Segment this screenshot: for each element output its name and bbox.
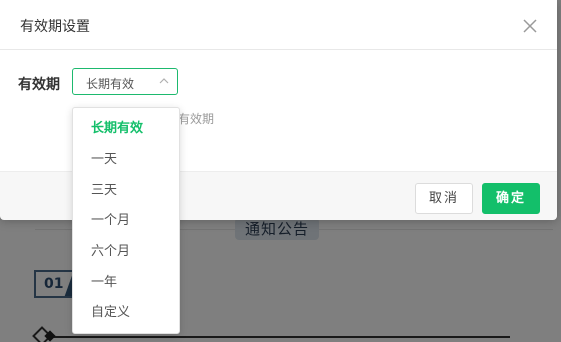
option-one-month[interactable]: 一个月 (73, 205, 179, 236)
validity-select[interactable]: 长期有效 (72, 68, 178, 95)
cancel-button[interactable]: 取消 (415, 183, 473, 214)
validity-label: 有效期 (18, 77, 60, 93)
option-custom[interactable]: 自定义 (73, 297, 179, 328)
select-current-value: 长期有效 (86, 77, 135, 91)
option-six-months[interactable]: 六个月 (73, 236, 179, 267)
option-one-day[interactable]: 一天 (73, 144, 179, 175)
validity-hint: 有效期 (178, 112, 215, 126)
dialog-header: 有效期设置 (0, 0, 557, 50)
chevron-up-icon (159, 78, 169, 84)
validity-dropdown: 长期有效 一天 三天 一个月 六个月 一年 自定义 (72, 107, 180, 334)
confirm-button[interactable]: 确定 (482, 183, 540, 214)
dialog-title: 有效期设置 (20, 19, 90, 35)
close-icon[interactable] (522, 18, 538, 34)
option-three-days[interactable]: 三天 (73, 175, 179, 206)
option-long-term[interactable]: 长期有效 (73, 113, 179, 144)
option-one-year[interactable]: 一年 (73, 267, 179, 298)
